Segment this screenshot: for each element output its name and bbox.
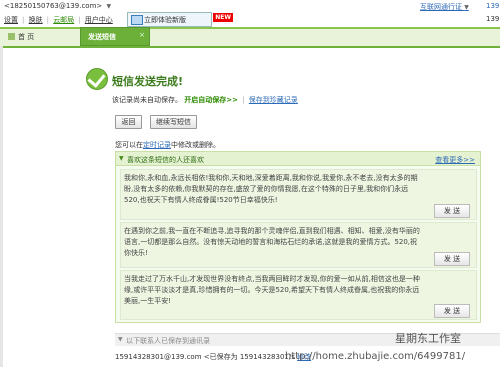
- settings-link[interactable]: 设置: [4, 16, 18, 24]
- dropdown-arrow-icon: ▼: [464, 4, 469, 11]
- user-center-link[interactable]: 用户中心: [85, 16, 113, 24]
- right-number-top: 139: [486, 2, 500, 10]
- see-more-link[interactable]: 查看更多>>: [435, 155, 475, 165]
- success-check-icon: [86, 68, 108, 90]
- save-to-favorites-link[interactable]: 保存到珍藏记录: [249, 96, 298, 104]
- account-email: <18250150763@139.com>: [4, 2, 103, 10]
- sms-text: 当我走过了万水千山,才发现世界没有终点,当我两回眸时才发现,你的爱一如从前,相信…: [124, 275, 420, 305]
- panel-header: ▼ 喜欢这条短信的人还喜欢 查看更多>>: [116, 152, 480, 166]
- scheduled-records-link[interactable]: 定时记录: [143, 141, 171, 149]
- send-button[interactable]: 发 送: [434, 252, 470, 266]
- page-title: 短信发送完成!: [112, 75, 184, 88]
- try-new-version-button[interactable]: 立即体验新版 NEW: [127, 12, 233, 27]
- sms-item: 在遇到你之前,我一直在不断追寻,追寻我的那个灵魂伴侣,直到我们相遇、相知、相爱,…: [120, 222, 477, 268]
- watermark-url: http://home.zhubajie.com/6499781/: [285, 351, 466, 362]
- top-header: <18250150763@139.com> ▼ 设置 | 换肤 | 云邮局 | 用户中…: [0, 0, 500, 27]
- saved-contact-row: 15914328301@139.com <已保存为 15914328301/s …: [115, 353, 312, 361]
- enable-autosave-link[interactable]: 开启自动保存>>: [184, 96, 238, 104]
- passport-link[interactable]: 互联网通行证 ▼: [420, 2, 469, 12]
- new-badge: NEW: [213, 13, 233, 22]
- back-button[interactable]: 返回: [115, 115, 142, 129]
- sms-text: 在遇到你之前,我一直在不断追寻,追寻我的那个灵魂伴侣,直到我们相遇、相知、相爱,…: [124, 227, 420, 257]
- left-strip: [0, 46, 3, 367]
- watermark-studio: 星期东工作室: [395, 332, 461, 345]
- right-number-bottom: 139: [486, 15, 500, 23]
- send-button[interactable]: 发 送: [434, 204, 470, 218]
- sms-text: 我和你,永和血,永远长相依!我和你,天和地,深爱着距离,我和你说,我爱你,永不老…: [124, 174, 418, 204]
- dropdown-arrow-icon: ▼: [106, 3, 112, 10]
- schedule-hint: 您可以在定时记录中修改或删除。: [115, 141, 220, 149]
- send-button[interactable]: 发 送: [434, 304, 470, 318]
- tab-send-sms[interactable]: 发送短信 ×: [80, 27, 150, 46]
- tab-bar: 首 页 发送短信 ×: [0, 27, 500, 48]
- triangle-icon: ▼: [119, 155, 124, 162]
- continue-writing-button[interactable]: 继续写短信: [150, 115, 197, 129]
- panel-title: 喜欢这条短信的人还喜欢: [127, 156, 204, 164]
- sms-item: 我和你,永和血,永远长相依!我和你,天和地,深爱着距离,我和你说,我爱你,永不老…: [120, 169, 477, 220]
- tab-home[interactable]: 首 页: [4, 31, 74, 43]
- save-note: 该记录尚未自动保存。 开启自动保存>> | 保存到珍藏记录: [112, 96, 298, 104]
- account-switcher[interactable]: <18250150763@139.com> ▼: [4, 2, 111, 10]
- sms-item: 当我走过了万水千山,才发现世界没有终点,当我两回眸时才发现,你的爱一如从前,相信…: [120, 270, 477, 320]
- monitor-icon: [131, 15, 143, 25]
- skin-link[interactable]: 换肤: [29, 16, 43, 24]
- header-links: 设置 | 换肤 | 云邮局 | 用户中心: [4, 16, 113, 24]
- triangle-icon: ▼: [118, 336, 123, 343]
- close-icon[interactable]: ×: [139, 31, 145, 39]
- cloud-post-link[interactable]: 云邮局: [53, 16, 74, 24]
- recommendation-panel: ▼ 喜欢这条短信的人还喜欢 查看更多>> 我和你,永和血,永远长相依!我和你,天…: [115, 151, 481, 323]
- home-icon: [8, 33, 15, 40]
